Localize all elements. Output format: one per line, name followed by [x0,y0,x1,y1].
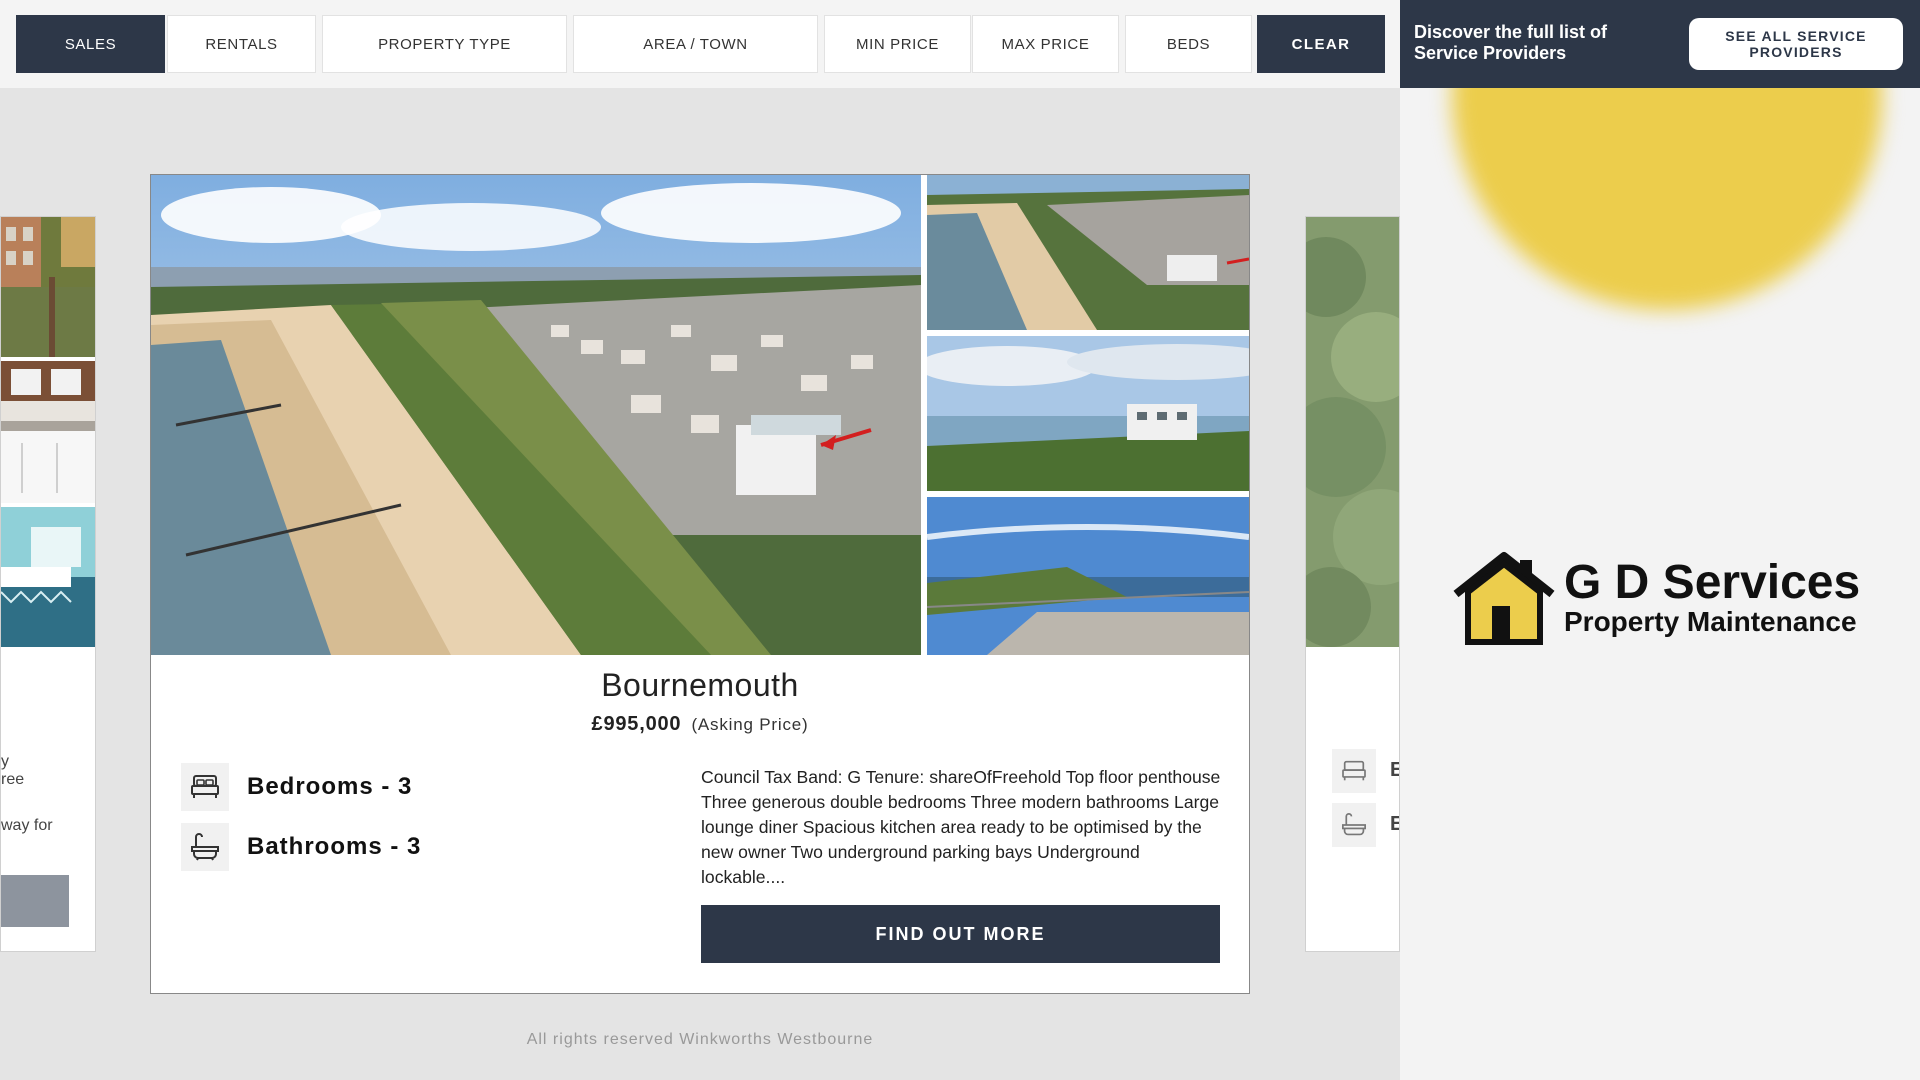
bedrooms-feature: Bedrooms - 3 [181,763,412,811]
main-area: Sales Rentals Property Type Area / Town … [0,0,1400,1080]
property-type-dropdown[interactable]: Property Type [322,15,567,73]
promo-bar: Discover the full list of Service Provid… [1400,0,1920,88]
bedrooms-label: Bedrooms - 3 [247,773,413,800]
logo-subtitle: Property Maintenance [1564,606,1857,637]
logo-title: G D Services [1564,556,1861,609]
bed-icon [1332,749,1376,793]
property-thumb-terrace[interactable] [927,497,1249,655]
clear-button[interactable]: Clear [1257,15,1385,73]
property-card: Bournemouth £995,000 (Asking Price) Bedr… [150,174,1250,994]
property-gallery [151,175,1249,655]
find-out-more-button[interactable]: Find Out More [701,905,1220,963]
bathrooms-feature: Bathrooms - 3 [181,823,421,871]
previous-listing-card[interactable]: y ree way for [0,216,96,952]
gd-services-logo[interactable]: G D Services Property Maintenance [1452,550,1872,650]
beds-dropdown[interactable]: Beds [1125,15,1252,73]
bed-icon [181,763,229,811]
bath-icon [181,823,229,871]
bathrooms-label: Bathrooms - 3 [247,833,422,860]
area-town-dropdown[interactable]: Area / Town [573,15,818,73]
property-description: Council Tax Band: G Tenure: shareOfFreeh… [701,767,1221,887]
previous-listing-text-line: ree [1,771,25,788]
promo-text: Discover the full list of Service Provid… [1414,22,1608,63]
filter-rentals-tab[interactable]: Rentals [167,15,316,73]
min-price-dropdown[interactable]: Min Price [824,15,971,73]
price-row: £995,000 (Asking Price) [151,713,1249,736]
previous-listing-text-line: way for [1,817,53,834]
house-icon [1453,552,1555,645]
previous-listing-bedroom-image [1,507,95,647]
see-all-service-providers-button[interactable]: See All Service Providers [1689,18,1903,70]
property-price: £995,000 [591,713,682,735]
previous-listing-kitchen-image [1,361,95,503]
max-price-dropdown[interactable]: Max Price [972,15,1119,73]
filter-sales-tab[interactable]: Sales [16,15,165,73]
property-town: Bournemouth [601,667,799,703]
property-thumb-coast[interactable] [927,336,1249,491]
next-listing-image [1306,217,1399,647]
service-provider-panel: Discover the full list of Service Provid… [1400,0,1920,1080]
property-thumb-aerial[interactable] [927,175,1249,330]
filter-bar: Sales Rentals Property Type Area / Town … [0,0,1400,88]
previous-listing-text-line: y [1,753,9,770]
previous-listing-image [1,217,95,357]
property-main-image[interactable] [151,175,921,655]
next-listing-bedrooms-label: E [1390,759,1399,782]
bath-icon [1332,803,1376,847]
next-listing-card[interactable]: E E [1305,216,1400,952]
previous-listing-button[interactable] [1,875,69,927]
footer-copyright: All rights reserved Winkworths Westbourn… [526,1031,874,1048]
next-listing-bathrooms-label: E [1390,813,1399,836]
price-qualifier: (Asking Price) [691,715,809,734]
